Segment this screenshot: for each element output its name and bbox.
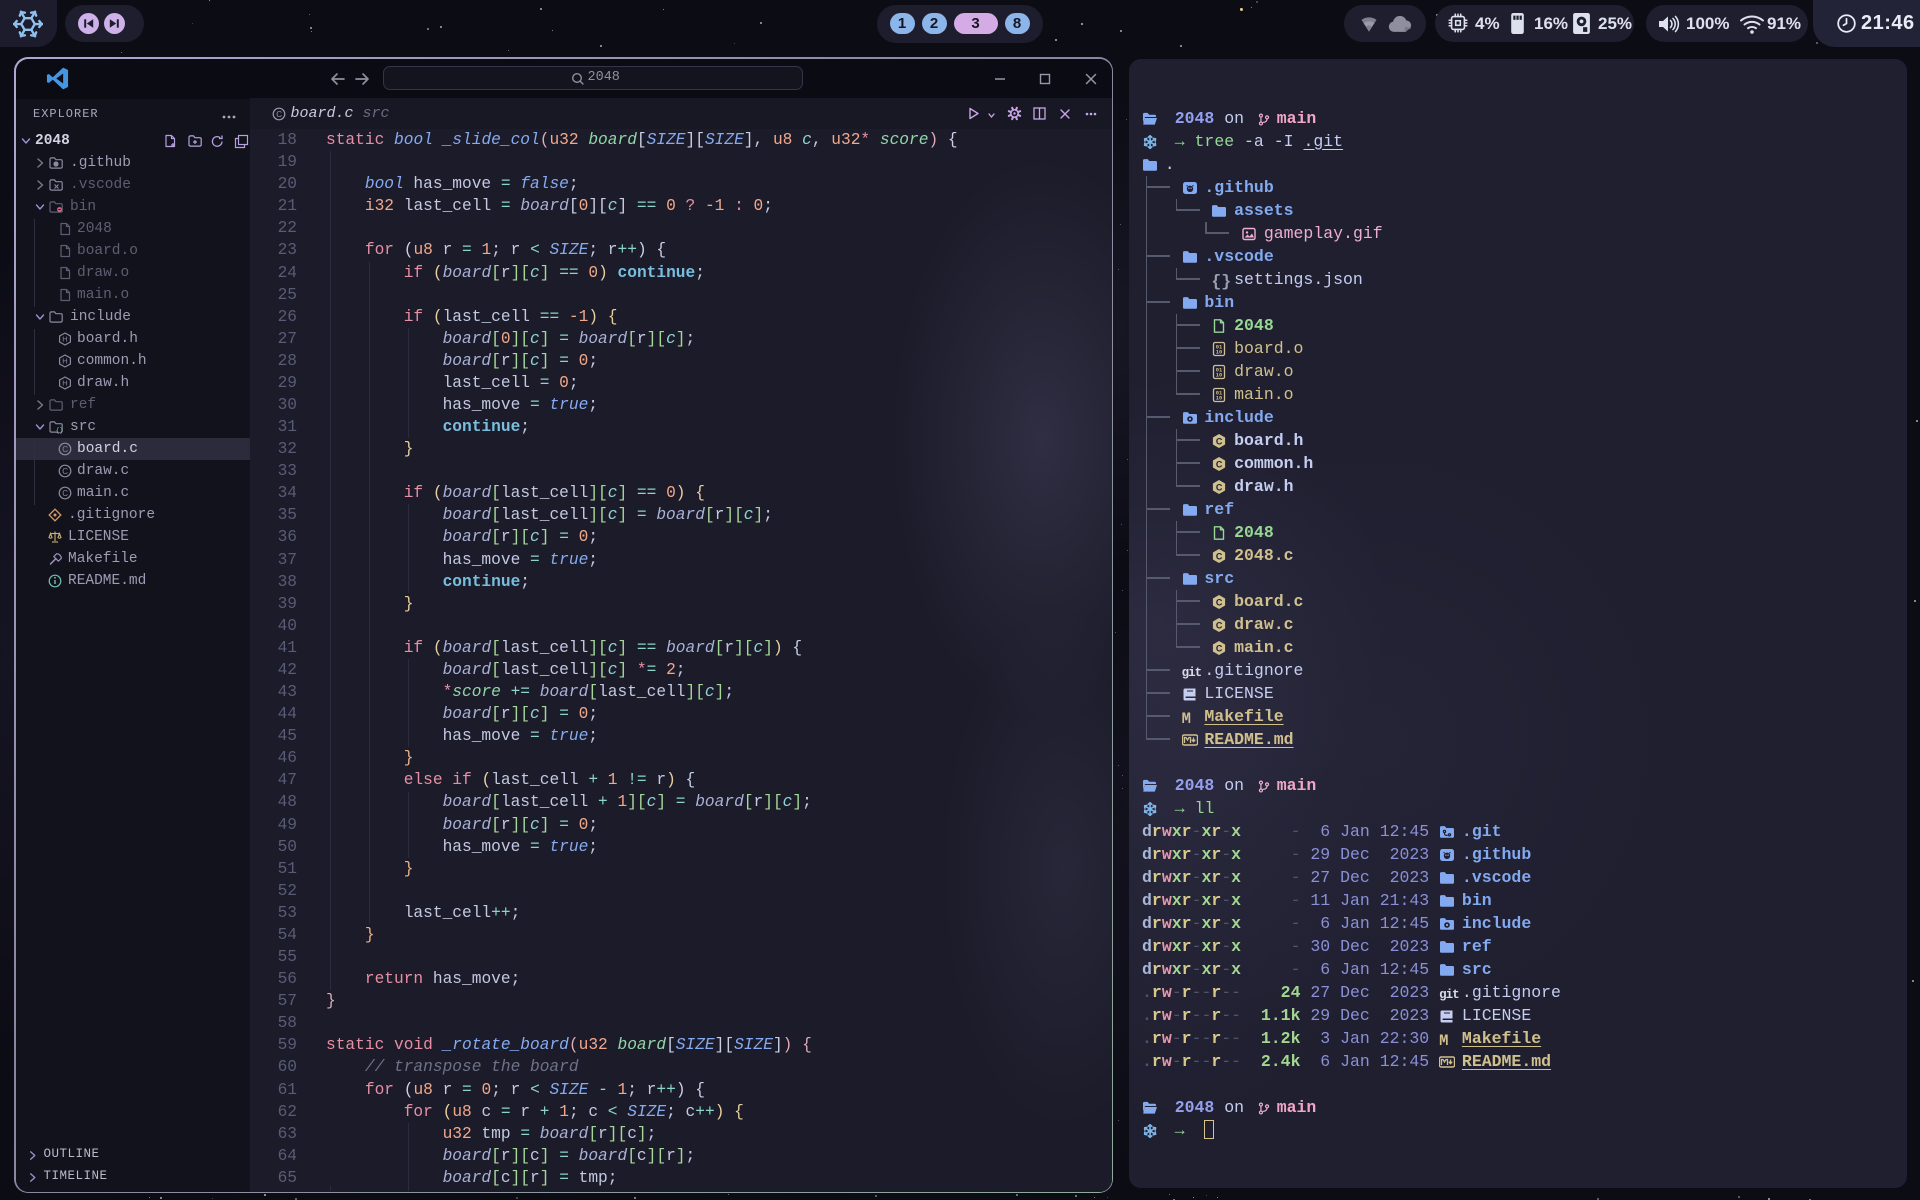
svg-text:C: C (1216, 620, 1223, 630)
svg-text:C: C (1216, 551, 1223, 561)
svg-text:C: C (1216, 643, 1223, 653)
svg-text:C: C (1216, 482, 1223, 492)
svg-text:{}: {} (56, 427, 63, 434)
svg-text:C: C (1216, 459, 1223, 469)
svg-text:C: C (62, 445, 68, 454)
svg-text:10: 10 (1216, 372, 1222, 378)
svg-text:C: C (1216, 597, 1223, 607)
svg-text:H: H (62, 379, 67, 388)
svg-text:C: C (62, 489, 68, 498)
svg-text:H: H (62, 357, 67, 366)
svg-text:C: C (62, 467, 68, 476)
svg-text:10: 10 (1216, 349, 1222, 355)
svg-text:C: C (276, 109, 282, 118)
svg-text:C: C (1216, 436, 1223, 446)
svg-text:10: 10 (1216, 395, 1222, 401)
svg-text:H: H (62, 335, 67, 344)
